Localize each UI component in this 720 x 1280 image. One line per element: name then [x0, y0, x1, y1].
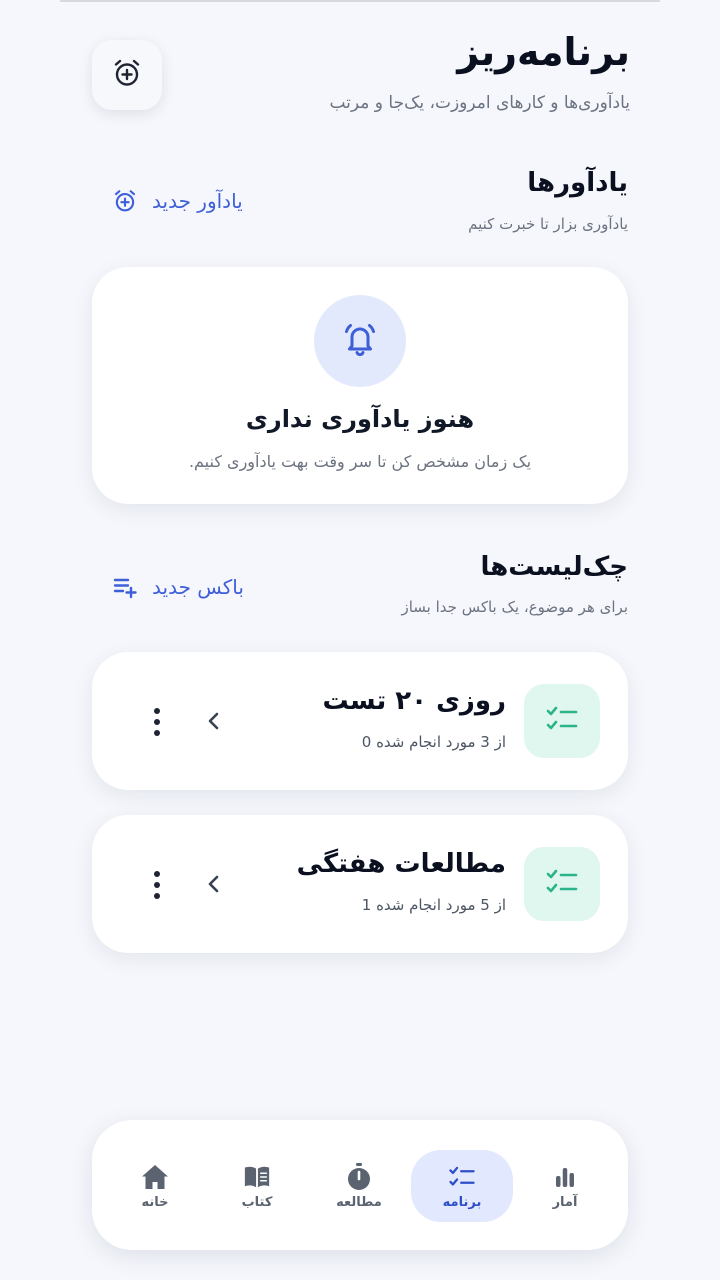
nav-item-book[interactable]: کتاب	[206, 1150, 308, 1222]
reminders-subtitle: یادآوری بزار تا خبرت کنیم	[468, 215, 628, 233]
reminders-empty-state: هنوز یادآوری نداری .یک زمان مشخص کن تا س…	[92, 267, 628, 504]
page-subtitle: یادآوری‌ها و کارهای امروزت، یک‌جا و مرتب	[329, 93, 630, 113]
nav-label: خانه	[141, 1194, 169, 1210]
nav-item-stats[interactable]: آمار	[514, 1150, 616, 1222]
checklist-icon	[448, 1163, 476, 1191]
empty-state-description: .یک زمان مشخص کن تا سر وقت بهت یادآوری ک…	[188, 452, 532, 471]
nav-label: کتاب	[241, 1194, 273, 1210]
playlist-add-icon	[112, 574, 138, 600]
checklist-icon-badge	[524, 847, 600, 921]
checklist-card[interactable]: روزی ۲۰ تست از 3 مورد انجام شده 0	[92, 652, 628, 790]
bell-badge	[314, 295, 406, 387]
checklist-icon	[545, 867, 579, 901]
bottom-nav: آمار برنامه مطالعه کتاب خانه	[92, 1120, 628, 1250]
nav-label: آمار	[552, 1194, 578, 1210]
planner-screen: برنامه‌ریز یادآوری‌ها و کارهای امروزت، ی…	[0, 0, 720, 1280]
nav-label: مطالعه	[336, 1194, 382, 1210]
book-icon	[243, 1163, 271, 1191]
checklist-title: روزی ۲۰ تست	[322, 686, 506, 716]
new-reminder-label: یادآور جدید	[152, 189, 243, 213]
new-box-button[interactable]: باکس جدید	[112, 574, 244, 600]
alarm-add-icon	[111, 57, 143, 93]
bell-ringing-icon	[340, 319, 380, 363]
checklist-icon-badge	[524, 684, 600, 758]
top-divider	[60, 0, 660, 2]
new-box-label: باکس جدید	[152, 575, 244, 599]
checklist-progress: از 5 مورد انجام شده 1	[361, 896, 506, 914]
nav-label: برنامه	[442, 1194, 482, 1210]
home-icon	[141, 1163, 169, 1191]
nav-item-planner[interactable]: برنامه	[411, 1150, 513, 1222]
reminders-title: یادآورها	[527, 168, 628, 198]
checklist-icon	[545, 704, 579, 738]
checklists-subtitle: برای هر موضوع، یک باکس جدا بساز	[401, 598, 628, 616]
nav-item-home[interactable]: خانه	[104, 1150, 206, 1222]
stats-icon	[551, 1163, 579, 1191]
alarm-add-icon	[112, 188, 138, 214]
chevron-left-icon[interactable]	[202, 706, 226, 736]
add-alarm-button[interactable]	[92, 40, 162, 110]
more-vertical-icon[interactable]	[142, 865, 172, 905]
more-vertical-icon[interactable]	[142, 702, 172, 742]
checklists-title: چک‌لیست‌ها	[480, 552, 628, 582]
new-reminder-button[interactable]: یادآور جدید	[112, 188, 243, 214]
nav-item-study[interactable]: مطالعه	[308, 1150, 410, 1222]
checklist-title: مطالعات هفتگی	[296, 849, 506, 879]
empty-state-title: هنوز یادآوری نداری	[245, 405, 475, 433]
chevron-left-icon[interactable]	[202, 869, 226, 899]
checklist-progress: از 3 مورد انجام شده 0	[361, 733, 506, 751]
checklist-card[interactable]: مطالعات هفتگی از 5 مورد انجام شده 1	[92, 815, 628, 953]
stopwatch-icon	[345, 1162, 373, 1191]
page-title: برنامه‌ریز	[457, 30, 630, 74]
